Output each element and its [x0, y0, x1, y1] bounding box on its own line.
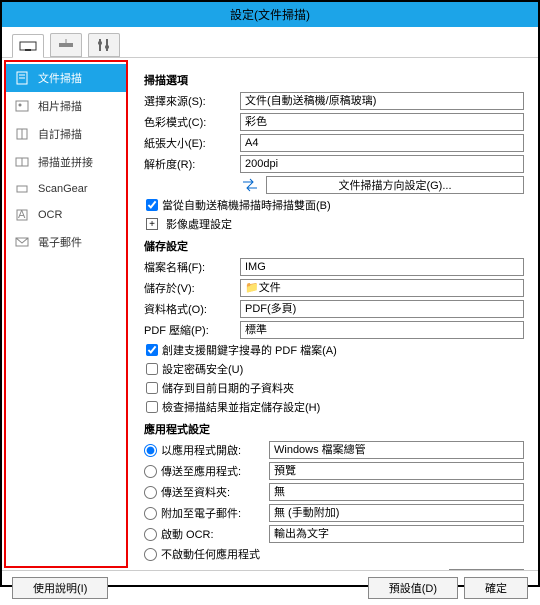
ok-button[interactable]: 確定 [464, 577, 528, 599]
top-tabs [2, 27, 538, 58]
tab-tools[interactable] [88, 33, 120, 57]
color-select[interactable]: 彩色 [240, 113, 524, 131]
scangear-icon [14, 182, 30, 196]
review-checkbox[interactable] [146, 401, 158, 413]
subfolder-label: 儲存到目前日期的子資料夾 [162, 380, 294, 396]
sidebar-item-stitch[interactable]: 掃描並拼接 [6, 148, 126, 176]
sidebar-label: 文件掃描 [38, 70, 82, 86]
swap-icon[interactable] [240, 177, 260, 193]
footer: 使用說明(I) 預設值(D) 確定 [2, 570, 538, 605]
duplex-checkbox[interactable] [146, 199, 158, 211]
sidebar: 文件掃描 相片掃描 自訂掃描 掃描並拼接 ScanGear A OCR 電子郵件 [4, 60, 128, 568]
subfolder-checkbox[interactable] [146, 382, 158, 394]
sidebar-label: 掃描並拼接 [38, 154, 93, 170]
paper-label: 紙張大小(E): [144, 135, 240, 151]
source-select[interactable]: 文件(自動送稿機/原稿玻璃) [240, 92, 524, 110]
more-button[interactable]: 更多功能... [449, 569, 524, 570]
sidebar-label: ScanGear [38, 183, 88, 195]
start-ocr-select[interactable]: 輸出為文字 [269, 525, 524, 543]
compress-label: PDF 壓縮(P): [144, 322, 240, 338]
document-icon [14, 71, 30, 85]
send-folder-select[interactable]: 無 [269, 483, 524, 501]
sidebar-item-email[interactable]: 電子郵件 [6, 228, 126, 256]
send-app-label: 傳送至應用程式: [161, 463, 269, 479]
sidebar-label: 相片掃描 [38, 98, 82, 114]
start-ocr-label: 啟動 OCR: [161, 526, 269, 542]
custom-icon [14, 127, 30, 141]
sidebar-item-ocr[interactable]: A OCR [6, 202, 126, 228]
format-select[interactable]: PDF(多頁) [240, 300, 524, 318]
stitch-icon [14, 155, 30, 169]
content-panel: 掃描選項 選擇來源(S):文件(自動送稿機/原稿玻璃) 色彩模式(C):彩色 紙… [130, 58, 538, 570]
send-folder-radio[interactable] [144, 486, 157, 499]
color-label: 色彩模式(C): [144, 114, 240, 130]
send-folder-label: 傳送至資料夾: [161, 484, 269, 500]
duplex-label: 當從自動送稿機掃描時掃描雙面(B) [162, 197, 331, 213]
format-label: 資料格式(O): [144, 301, 240, 317]
review-label: 檢查掃描結果並指定儲存設定(H) [162, 399, 320, 415]
sidebar-item-photo[interactable]: 相片掃描 [6, 92, 126, 120]
no-app-radio[interactable] [144, 548, 157, 561]
attach-email-select[interactable]: 無 (手動附加) [269, 504, 524, 522]
open-app-select[interactable]: Windows 檔案總管 [269, 441, 524, 459]
filename-select[interactable]: IMG [240, 258, 524, 276]
open-app-radio[interactable] [144, 444, 157, 457]
start-ocr-radio[interactable] [144, 528, 157, 541]
pdf-keyword-checkbox[interactable] [146, 344, 158, 356]
location-select[interactable]: 📁文件 [240, 279, 524, 297]
filename-label: 檔案名稱(F): [144, 259, 240, 275]
sidebar-item-document[interactable]: 文件掃描 [6, 64, 126, 92]
pdf-keyword-label: 創建支援關鍵字搜尋的 PDF 檔案(A) [162, 342, 337, 358]
help-button[interactable]: 使用說明(I) [12, 577, 108, 599]
no-app-label: 不啟動任何應用程式 [161, 546, 260, 562]
resolution-label: 解析度(R): [144, 156, 240, 172]
scan-section-title: 掃描選項 [144, 72, 524, 88]
open-app-label: 以應用程式開啟: [161, 442, 269, 458]
source-label: 選擇來源(S): [144, 93, 240, 109]
orientation-button[interactable]: 文件掃描方向設定(G)... [266, 176, 524, 194]
attach-email-radio[interactable] [144, 507, 157, 520]
photo-icon [14, 99, 30, 113]
svg-text:A: A [18, 209, 26, 221]
sidebar-item-scangear[interactable]: ScanGear [6, 176, 126, 202]
sidebar-label: 自訂掃描 [38, 126, 82, 142]
sidebar-item-custom[interactable]: 自訂掃描 [6, 120, 126, 148]
expand-icon[interactable]: + [146, 218, 158, 230]
defaults-button[interactable]: 預設值(D) [368, 577, 458, 599]
password-label: 設定密碼安全(U) [162, 361, 243, 377]
sidebar-label: OCR [38, 209, 62, 221]
resolution-select[interactable]: 200dpi [240, 155, 524, 173]
save-section-title: 儲存設定 [144, 238, 524, 254]
email-icon [14, 235, 30, 249]
password-checkbox[interactable] [146, 363, 158, 375]
attach-email-label: 附加至電子郵件: [161, 505, 269, 521]
location-label: 儲存於(V): [144, 280, 240, 296]
image-processing-label: 影像處理設定 [166, 216, 232, 232]
compress-select[interactable]: 標準 [240, 321, 524, 339]
ocr-icon: A [14, 208, 30, 222]
app-section-title: 應用程式設定 [144, 421, 524, 437]
window-title: 設定(文件掃描) [2, 2, 538, 27]
send-app-select[interactable]: 預覽 [269, 462, 524, 480]
paper-select[interactable]: A4 [240, 134, 524, 152]
send-app-radio[interactable] [144, 465, 157, 478]
tab-scanner[interactable] [50, 33, 82, 57]
tab-device[interactable] [12, 34, 44, 58]
sidebar-label: 電子郵件 [38, 234, 82, 250]
